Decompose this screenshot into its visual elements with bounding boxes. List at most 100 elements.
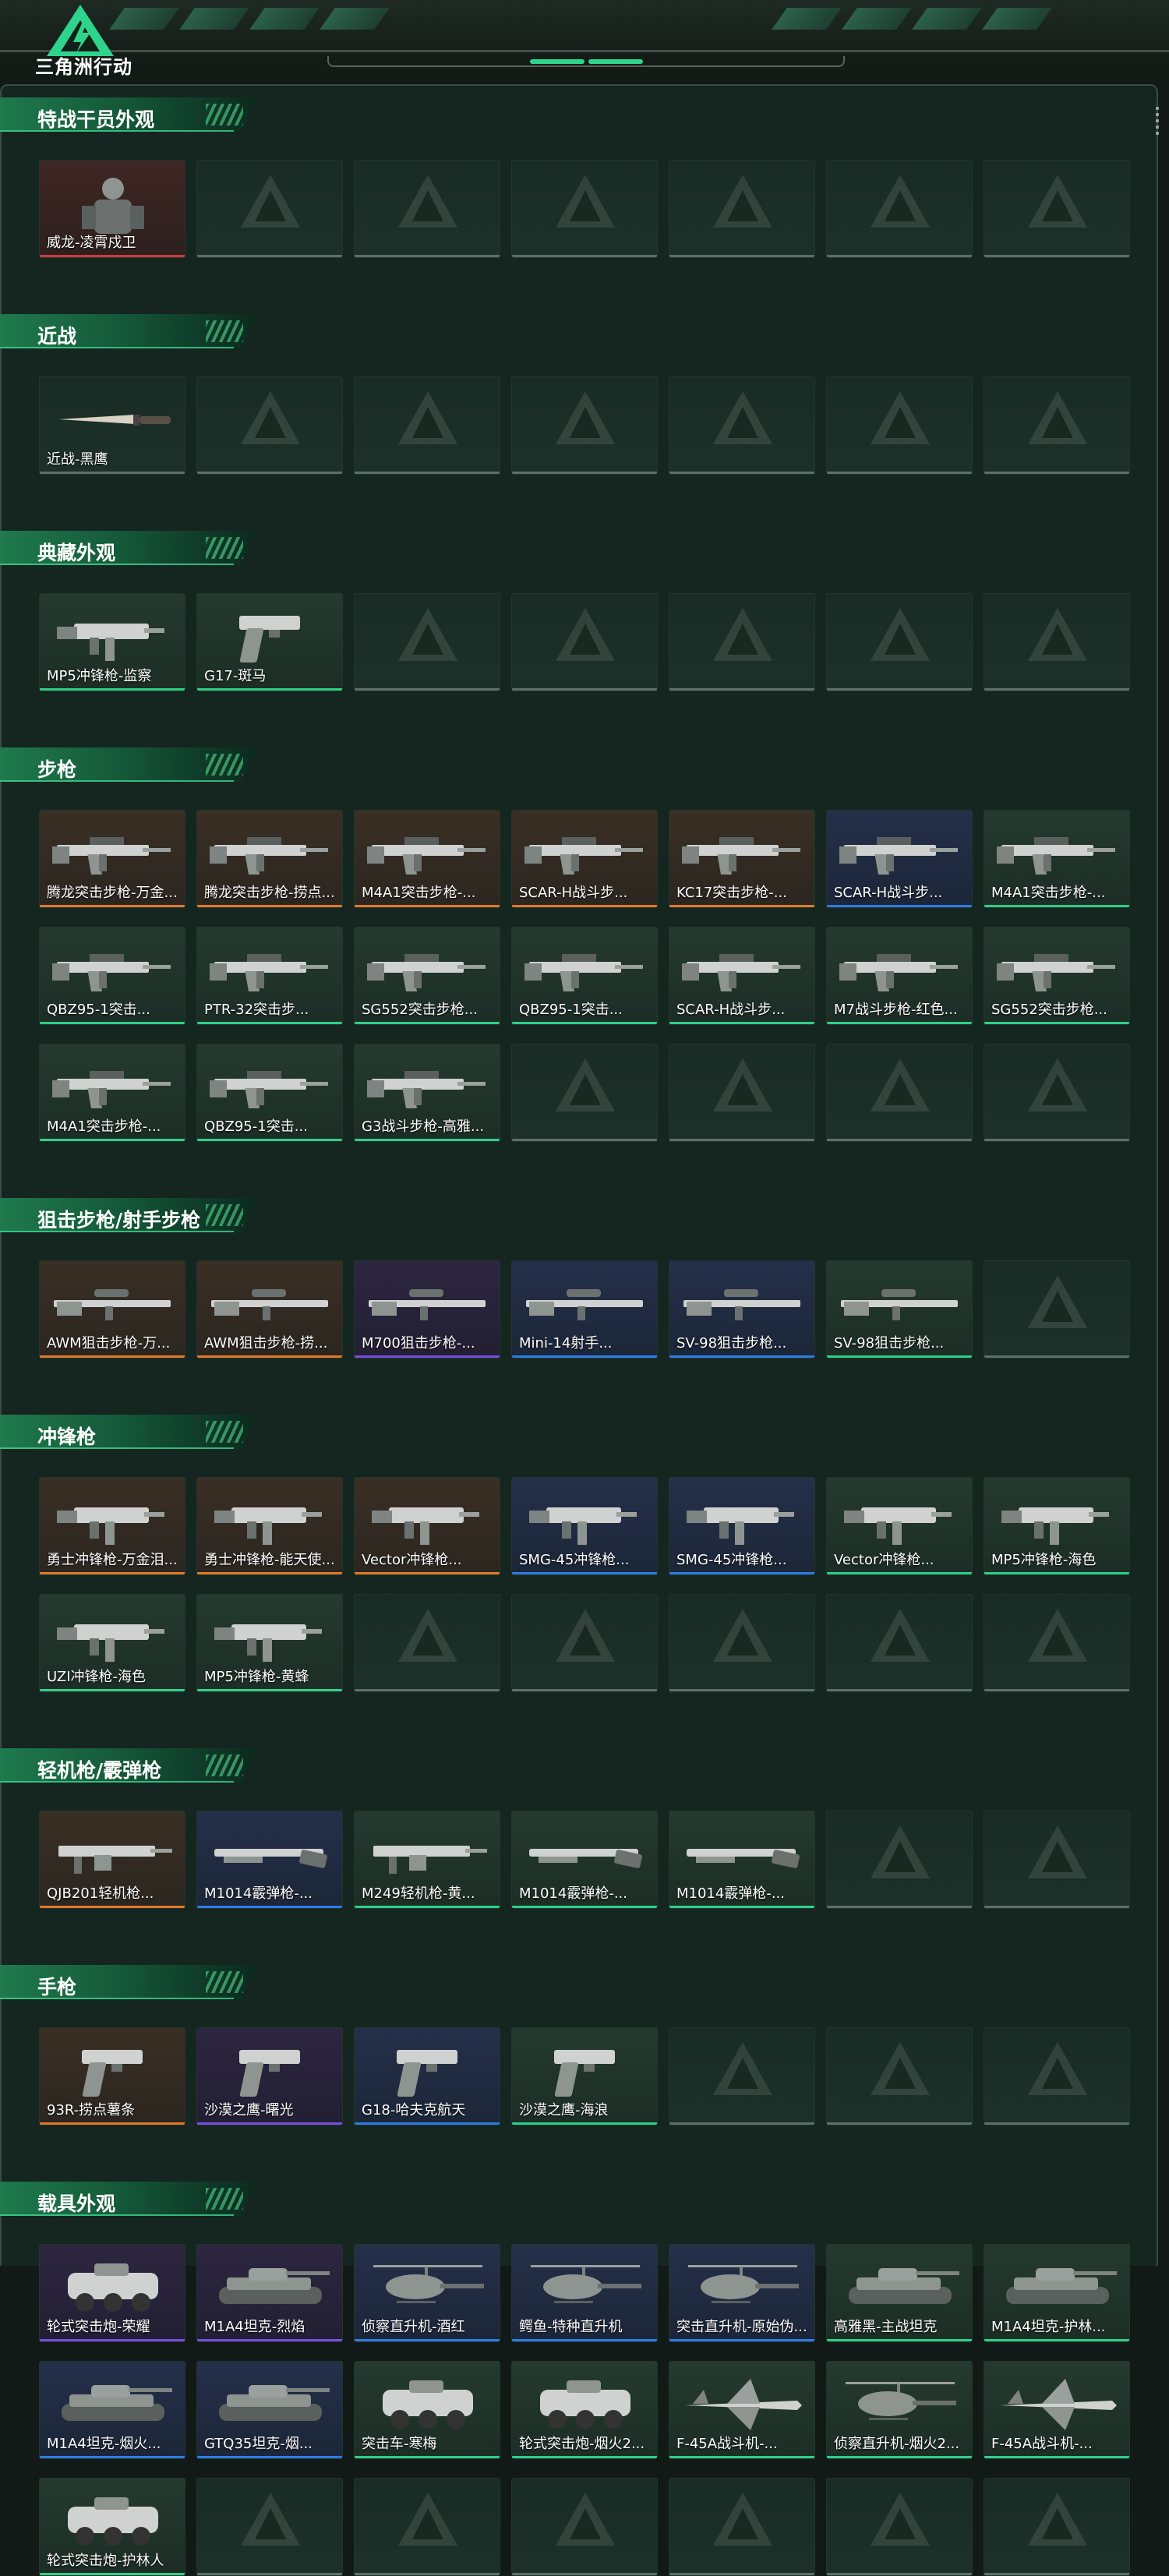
placeholder-logo-icon <box>1026 1824 1089 1880</box>
item-card[interactable]: M1014霰弹枪-... <box>669 1811 815 1909</box>
item-card[interactable]: Mini-14射手... <box>511 1260 658 1359</box>
item-card[interactable]: M1A4坦克-护林... <box>984 2244 1130 2342</box>
item-card[interactable]: MP5冲锋枪-黄蜂 <box>196 1594 343 1692</box>
item-card[interactable]: M1014霰弹枪-... <box>511 1811 658 1909</box>
item-card[interactable]: 高雅黑-主战坦克 <box>826 2244 973 2342</box>
item-card[interactable]: 侦察直升机-烟火2... <box>826 2361 973 2459</box>
item-card[interactable]: QBZ95-1突击... <box>39 927 185 1025</box>
item-card[interactable]: UZI冲锋枪-海色 <box>39 1594 185 1692</box>
quality-bar <box>984 472 1129 474</box>
quality-bar <box>197 905 342 907</box>
item-card[interactable]: M4A1突击步枪-... <box>354 810 500 908</box>
item-card[interactable]: SV-98狙击步枪... <box>826 1260 973 1359</box>
quality-bar <box>669 1689 814 1691</box>
quality-bar <box>512 688 657 691</box>
item-name: M1A4坦克-烈焰 <box>204 2319 305 2335</box>
item-card[interactable]: 勇士冲锋枪-万金泪... <box>39 1477 185 1575</box>
placeholder-logo-icon <box>712 606 774 663</box>
item-card[interactable]: M4A1突击步枪-... <box>39 1044 185 1142</box>
item-card[interactable]: SCAR-H战斗步... <box>669 927 815 1025</box>
item-card[interactable]: Vector冲锋枪... <box>354 1477 500 1575</box>
item-card[interactable]: SMG-45冲锋枪... <box>669 1477 815 1575</box>
quality-bar <box>984 1139 1129 1141</box>
item-card[interactable]: QBZ95-1突击... <box>196 1044 343 1142</box>
item-card[interactable]: 突击直升机-原始伪... <box>669 2244 815 2342</box>
item-card[interactable]: 轮式突击炮-烟火2... <box>511 2361 658 2459</box>
item-card[interactable]: Vector冲锋枪... <box>826 1477 973 1575</box>
item-name: GTQ35坦克-烟... <box>204 2436 313 2452</box>
item-card[interactable]: SMG-45冲锋枪... <box>511 1477 658 1575</box>
item-card[interactable]: 沙漠之鹰-曙光 <box>196 2027 343 2125</box>
quality-bar <box>669 255 814 257</box>
item-card[interactable]: 腾龙突击步枪-捞点... <box>196 810 343 908</box>
item-card[interactable]: 沙漠之鹰-海浪 <box>511 2027 658 2125</box>
item-card[interactable]: SG552突击步枪... <box>354 927 500 1025</box>
smg-icon <box>51 605 175 667</box>
quality-bar <box>669 1139 814 1141</box>
item-card[interactable]: F-45A战斗机-... <box>984 2361 1130 2459</box>
quality-bar <box>355 1689 500 1691</box>
item-name: G17-斑马 <box>204 668 267 684</box>
item-card[interactable]: 突击车-寒梅 <box>354 2361 500 2459</box>
item-name: 突击车-寒梅 <box>362 2436 437 2452</box>
item-card[interactable]: M700狙击步枪-... <box>354 1260 500 1359</box>
empty-slot <box>196 376 343 475</box>
item-card[interactable]: SCAR-H战斗步... <box>826 810 973 908</box>
item-card[interactable]: 93R-捞点薯条 <box>39 2027 185 2125</box>
item-name: SG552突击步枪... <box>362 1002 478 1018</box>
item-card[interactable]: G18-哈夫克航天 <box>354 2027 500 2125</box>
item-card[interactable]: M4A1突击步枪-... <box>984 810 1130 908</box>
item-card[interactable]: SG552突击步枪... <box>984 927 1130 1025</box>
rifle-icon <box>51 1055 175 1118</box>
item-card[interactable]: M249轻机枪-黄... <box>354 1811 500 1909</box>
item-card[interactable]: G17-斑马 <box>196 593 343 691</box>
quality-bar <box>984 2339 1129 2341</box>
item-card[interactable]: 轮式突击炮-护林人 <box>39 2478 185 2576</box>
smg-icon <box>208 1606 333 1668</box>
section-header: 特战干员外观 <box>0 97 257 132</box>
item-name: M1014霰弹枪-... <box>676 1885 785 1902</box>
section-title: 典藏外观 <box>37 542 116 564</box>
empty-slot <box>826 1811 973 1909</box>
item-card[interactable]: SCAR-H战斗步... <box>511 810 658 908</box>
placeholder-logo-icon <box>554 2491 616 2547</box>
item-card[interactable]: M1A4坦克-烈焰 <box>196 2244 343 2342</box>
item-card[interactable]: MP5冲锋枪-海色 <box>984 1477 1130 1575</box>
empty-slot <box>984 593 1130 691</box>
quality-bar <box>355 2122 500 2125</box>
quality-bar <box>669 2122 814 2125</box>
pistol-icon <box>523 2039 648 2101</box>
quality-bar <box>40 2122 185 2125</box>
item-card[interactable]: 腾龙突击步枪-万金... <box>39 810 185 908</box>
item-card[interactable]: G3战斗步枪-高雅... <box>354 1044 500 1142</box>
item-card[interactable]: 勇士冲锋枪-能天使... <box>196 1477 343 1575</box>
item-card[interactable]: F-45A战斗机-... <box>669 2361 815 2459</box>
empty-slot <box>354 376 500 475</box>
item-card[interactable]: PTR-32突击步... <box>196 927 343 1025</box>
item-name: 轮式突击炮-荣耀 <box>47 2319 150 2335</box>
item-card[interactable]: 近战-黑鹰 <box>39 376 185 475</box>
placeholder-logo-icon <box>869 2041 931 2097</box>
item-card[interactable]: MP5冲锋枪-监察 <box>39 593 185 691</box>
item-card[interactable]: 侦察直升机-酒红 <box>354 2244 500 2342</box>
item-card[interactable]: SV-98狙击步枪... <box>669 1260 815 1359</box>
item-card[interactable]: GTQ35坦克-烟... <box>196 2361 343 2459</box>
item-card[interactable]: 威龙-凌霄戍卫 <box>39 160 185 258</box>
item-card[interactable]: QBZ95-1突击... <box>511 927 658 1025</box>
item-card[interactable]: AWM狙击步枪-捞... <box>196 1260 343 1359</box>
item-card[interactable]: QJB201轻机枪... <box>39 1811 185 1909</box>
item-card[interactable]: M7战斗步枪-红色... <box>826 927 973 1025</box>
rifle-icon <box>838 822 962 884</box>
section-header-hatch <box>206 1754 243 1776</box>
item-card[interactable]: 轮式突击炮-荣耀 <box>39 2244 185 2342</box>
item-card[interactable]: M1014霰弹枪-... <box>196 1811 343 1909</box>
quality-bar <box>40 688 185 691</box>
item-card[interactable]: M1A4坦克-烟火... <box>39 2361 185 2459</box>
item-card[interactable]: 鳄鱼-特种直升机 <box>511 2244 658 2342</box>
item-name: M4A1突击步枪-... <box>362 885 476 901</box>
section-title: 手枪 <box>37 1976 77 1998</box>
scrollbar[interactable] <box>1156 107 1159 138</box>
item-card[interactable]: KC17突击步枪-... <box>669 810 815 908</box>
item-card[interactable]: AWM狙击步枪-万... <box>39 1260 185 1359</box>
empty-slot <box>669 160 815 258</box>
